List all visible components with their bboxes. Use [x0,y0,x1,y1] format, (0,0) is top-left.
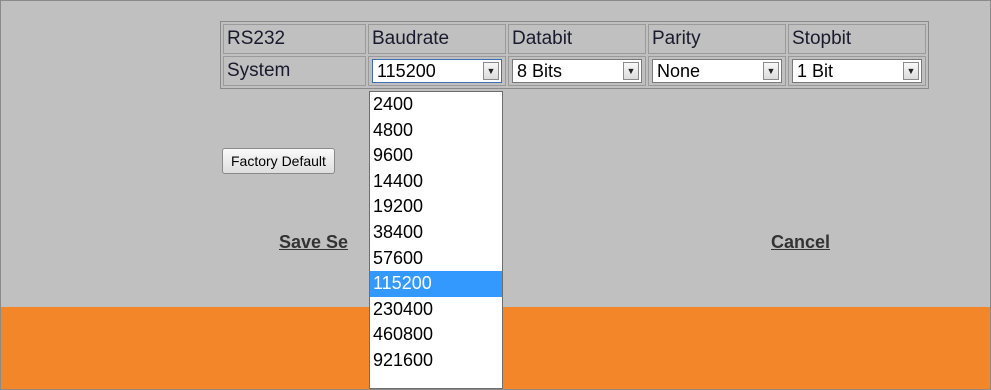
header-parity: Parity [648,24,786,54]
stopbit-cell: 1 Bit ▼ [788,56,926,86]
baudrate-select[interactable]: 115200 ▼ [372,59,502,83]
settings-frame: RS232 Baudrate Databit Parity Stopbit Sy… [0,0,991,390]
baudrate-value: 115200 [377,60,436,81]
dropdown-option[interactable]: 2400 [370,92,502,118]
dropdown-option[interactable]: 57600 [370,246,502,272]
baudrate-dropdown-arrow-icon[interactable]: ▼ [483,62,499,80]
header-stopbit: Stopbit [788,24,926,54]
databit-dropdown-arrow-icon[interactable]: ▼ [623,62,639,80]
save-settings-link[interactable]: Save Se [279,232,348,253]
dropdown-option[interactable]: 4800 [370,118,502,144]
stopbit-select[interactable]: 1 Bit ▼ [792,59,922,83]
serial-settings-table: RS232 Baudrate Databit Parity Stopbit Sy… [220,21,929,89]
table-header-row: RS232 Baudrate Databit Parity Stopbit [223,24,926,54]
parity-select[interactable]: None ▼ [652,59,782,83]
parity-cell: None ▼ [648,56,786,86]
dropdown-option[interactable]: 38400 [370,220,502,246]
table-row: System 115200 ▼ 8 Bits ▼ None ▼ 1 Bit ▼ [223,56,926,86]
parity-value: None [657,60,701,81]
dropdown-option[interactable]: 230400 [370,297,502,323]
baudrate-dropdown-list: 2400 4800 9600 14400 19200 38400 57600 1… [369,91,503,389]
factory-default-button[interactable]: Factory Default [222,148,335,174]
stopbit-dropdown-arrow-icon[interactable]: ▼ [903,62,919,80]
dropdown-option[interactable]: 921600 [370,348,502,374]
header-databit: Databit [508,24,646,54]
dropdown-option[interactable]: 19200 [370,194,502,220]
row-label-system: System [223,56,366,86]
databit-cell: 8 Bits ▼ [508,56,646,86]
dropdown-option[interactable]: 14400 [370,169,502,195]
databit-value: 8 Bits [517,60,563,81]
dropdown-option-selected[interactable]: 115200 [370,271,502,297]
stopbit-value: 1 Bit [797,60,834,81]
dropdown-option[interactable]: 9600 [370,143,502,169]
parity-dropdown-arrow-icon[interactable]: ▼ [763,62,779,80]
dropdown-option[interactable]: 460800 [370,322,502,348]
baudrate-cell: 115200 ▼ [368,56,506,86]
header-rs232: RS232 [223,24,366,54]
databit-select[interactable]: 8 Bits ▼ [512,59,642,83]
cancel-link[interactable]: Cancel [771,232,830,253]
header-baudrate: Baudrate [368,24,506,54]
